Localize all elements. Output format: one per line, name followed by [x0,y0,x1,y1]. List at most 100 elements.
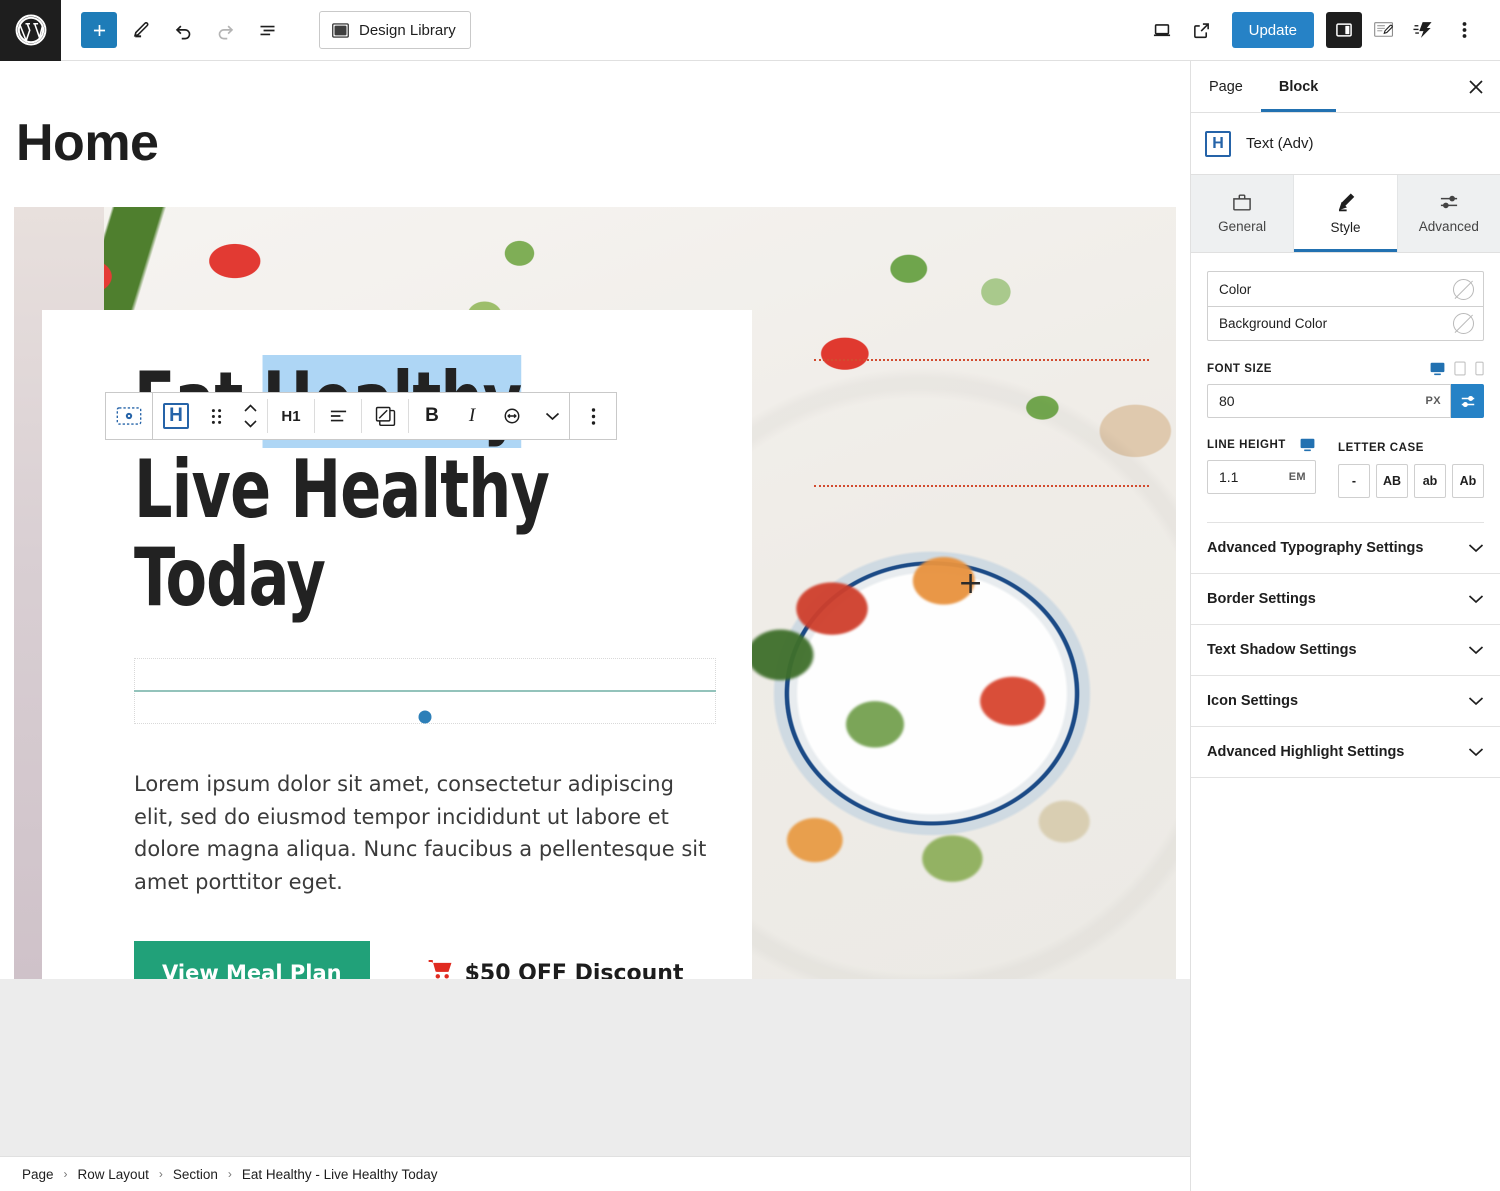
wordpress-logo-icon[interactable] [0,0,61,61]
letter-case-lowercase-button[interactable]: ab [1414,464,1446,498]
accordion-label: Advanced Highlight Settings [1207,744,1405,760]
background-color-picker-row[interactable]: Background Color [1208,306,1483,340]
separator-block[interactable] [134,658,716,730]
breadcrumb-item-page[interactable]: Page [22,1167,54,1182]
accordion-border-settings[interactable]: Border Settings [1191,574,1500,625]
subtab-general[interactable]: General [1191,175,1295,252]
uag-button[interactable] [1406,12,1442,48]
mobile-icon[interactable] [1475,361,1484,376]
block-selection-outline-bottom [814,485,1149,487]
design-library-button[interactable]: Design Library [319,11,471,49]
redo-arrow-icon [218,25,233,39]
font-size-input[interactable]: 80 PX [1207,384,1451,418]
close-sidebar-button[interactable] [1452,61,1500,112]
tablet-icon[interactable] [1454,361,1466,376]
italic-button[interactable]: I [455,393,489,439]
undo-arrow-icon [175,25,190,39]
hero-section-wrapper: + Eat Healthy - Live Healthy Today Lorem… [0,207,1190,979]
undo-button[interactable] [165,12,201,48]
design-library-icon [331,22,350,39]
separator-drag-handle[interactable] [418,710,432,724]
accordion-icon-settings[interactable]: Icon Settings [1191,676,1500,727]
chevron-down-icon [243,420,257,428]
block-options-button[interactable] [570,393,616,439]
post-edit-icon [1374,22,1394,37]
accordion-text-shadow-settings[interactable]: Text Shadow Settings [1191,625,1500,676]
link-button[interactable] [489,393,535,439]
style-accordion-list: Advanced Typography Settings Border Sett… [1191,522,1500,778]
breadcrumb-item-current-block[interactable]: Eat Healthy - Live Healthy Today [242,1167,438,1182]
post-edit-button[interactable] [1366,12,1402,48]
duplicate-style-icon [375,406,395,426]
update-button[interactable]: Update [1231,12,1314,48]
font-size-unit-toggle[interactable] [1451,384,1484,418]
font-size-value: 80 [1219,393,1235,409]
tools-edit-button[interactable] [123,12,159,48]
hero-paragraph[interactable]: Lorem ipsum dolor sit amet, consectetur … [134,768,714,898]
pencil-icon [133,22,149,38]
block-toolbar-main-group: H H1 B I [152,392,570,440]
color-swatch-none[interactable] [1453,278,1474,300]
letter-case-none-button[interactable]: - [1338,464,1370,498]
list-view-button[interactable] [249,12,285,48]
letter-case-buttons: - AB ab Ab [1338,464,1484,498]
align-text-button[interactable] [315,393,361,439]
background-color-swatch-none[interactable] [1453,313,1474,334]
color-picker-row[interactable]: Color [1208,272,1483,306]
letter-case-capitalize-button[interactable]: Ab [1452,464,1484,498]
subtab-style[interactable]: Style [1294,175,1398,252]
drag-handle-button[interactable] [199,393,233,439]
breadcrumb-separator: › [227,1167,232,1181]
block-type-button[interactable]: H [153,393,199,439]
line-height-value: 1.1 [1219,469,1239,485]
select-parent-block-icon [116,407,142,425]
more-menu-button[interactable] [1446,12,1482,48]
view-meal-plan-button[interactable]: View Meal Plan [134,941,370,979]
view-site-button[interactable] [1184,12,1220,48]
letter-case-uppercase-button[interactable]: AB [1376,464,1408,498]
discount-link[interactable]: $50 OFF Discount [428,959,683,979]
tab-page[interactable]: Page [1191,61,1261,112]
preview-button[interactable] [1144,12,1180,48]
subtab-general-label: General [1218,219,1267,234]
appender-plus-icon[interactable]: + [958,569,983,599]
shopping-cart-icon [428,959,453,979]
three-dots-vertical-icon [1462,22,1466,38]
redo-button[interactable] [207,12,243,48]
breadcrumb-separator: › [63,1167,68,1181]
line-height-input[interactable]: 1.1 EM [1207,460,1316,494]
font-size-unit: PX [1425,395,1441,407]
bold-label: B [425,405,439,426]
sidebar-subtabs: General Style Advanced [1191,175,1500,253]
heading-advanced-icon: H [1205,130,1231,157]
desktop-icon[interactable] [1300,438,1315,452]
breadcrumb-item-section[interactable]: Section [173,1167,218,1182]
tab-block[interactable]: Block [1261,61,1337,112]
heading-level-button[interactable]: H1 [268,393,314,439]
hero-section[interactable]: + Eat Healthy - Live Healthy Today Lorem… [14,207,1176,979]
copy-style-button[interactable] [362,393,408,439]
bold-button[interactable]: B [409,393,455,439]
external-link-icon [1194,22,1210,38]
hero-cta-row: View Meal Plan $50 OFF Discount [134,941,696,979]
subtab-advanced[interactable]: Advanced [1397,175,1500,252]
select-parent-block-button[interactable] [106,393,152,439]
accordion-advanced-typography[interactable]: Advanced Typography Settings [1191,523,1500,574]
top-bar-left-tools: Design Library [61,11,471,49]
move-block-buttons[interactable] [233,393,267,439]
line-height-label-row: LINE HEIGHT [1207,438,1316,452]
block-toolbar-parent-group [105,392,153,440]
wordpress-block-editor: Design Library Update Home + Live Health… [0,0,1500,1191]
more-formats-button[interactable] [535,393,569,439]
editor-canvas[interactable]: Home + Eat Healthy - Live Healthy Today [0,61,1190,1156]
sidebar-tabs: Page Block [1191,61,1500,113]
accordion-advanced-highlight-settings[interactable]: Advanced Highlight Settings [1191,727,1500,778]
block-inserter-button[interactable] [81,12,117,48]
breadcrumb-item-row-layout[interactable]: Row Layout [78,1167,149,1182]
design-library-label: Design Library [359,21,456,39]
page-title[interactable]: Home [0,61,1190,173]
settings-sidebar-toggle[interactable] [1326,12,1362,48]
block-toolbar-options-group [569,392,617,440]
chevron-down-icon [545,412,559,421]
desktop-icon[interactable] [1430,362,1445,376]
